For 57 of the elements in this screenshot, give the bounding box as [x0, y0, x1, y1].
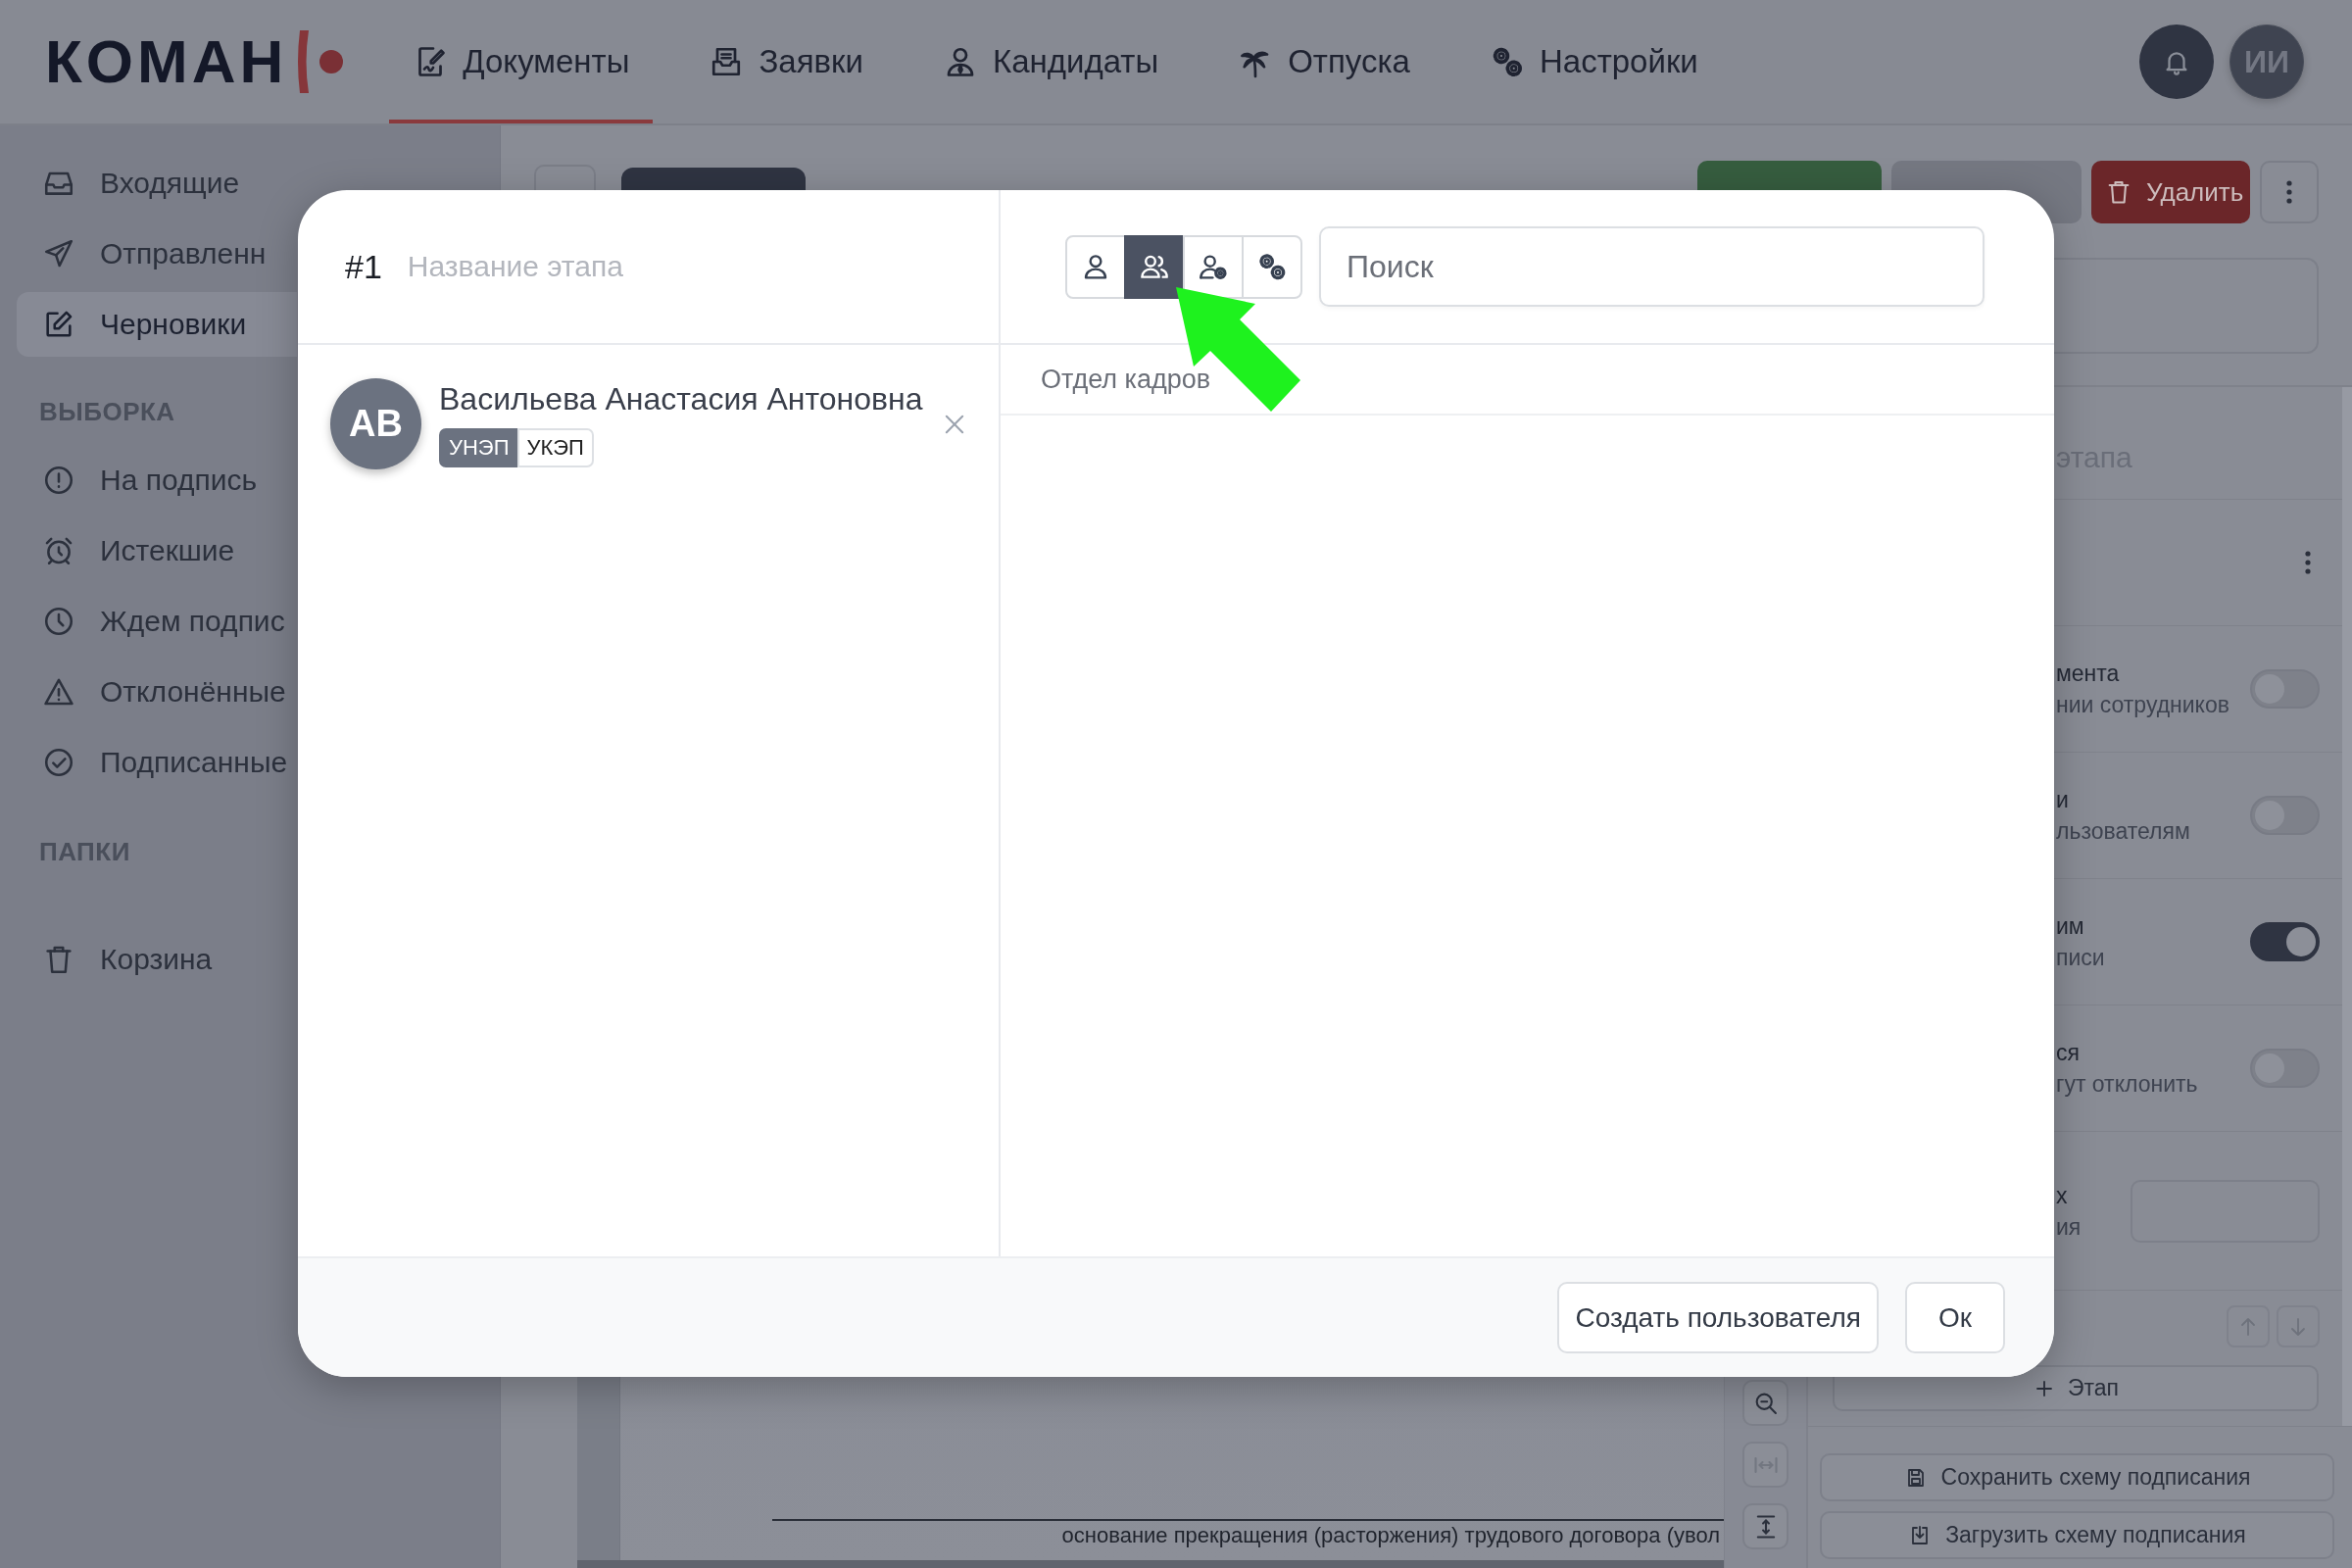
fit-width-button[interactable]: [1742, 1442, 1788, 1488]
more-button[interactable]: [2260, 161, 2319, 223]
nav-tab[interactable]: Отпуска: [1214, 0, 1434, 123]
move-up-button[interactable]: [2227, 1305, 2270, 1348]
mode-tab[interactable]: [1124, 234, 1185, 299]
sidebar-item[interactable]: Отправленн: [17, 221, 297, 286]
load-scheme-button[interactable]: Загрузить схему подписания: [1820, 1511, 2334, 1559]
sidebar-item[interactable]: Истекшие: [17, 518, 297, 583]
sidebar-item[interactable]: Подписанные: [17, 730, 297, 795]
logo-mark-icon: [297, 30, 344, 93]
zoom-out-button[interactable]: [1742, 1380, 1788, 1426]
gears-icon: [1256, 251, 1288, 282]
signature-type-tab[interactable]: УКЭП: [516, 427, 594, 467]
stage-name-field[interactable]: Название этапа: [407, 250, 702, 283]
setting-description: льзователям: [2056, 817, 2190, 846]
group-list-item[interactable]: Отдел кадров: [1041, 364, 1211, 395]
setting-description: ия: [2056, 1212, 2082, 1242]
sidebar-item[interactable]: На подпись: [17, 448, 297, 513]
vertical-scrollbar[interactable]: [2342, 387, 2352, 1426]
nav-tab[interactable]: Настройки: [1465, 0, 1722, 123]
setting-title: им: [2056, 912, 2084, 941]
move-down-button[interactable]: [2277, 1305, 2320, 1348]
stage-menu-button[interactable]: [2305, 551, 2311, 574]
exclamation-circle-icon: [42, 464, 75, 497]
setting-title: ся: [2056, 1039, 2080, 1067]
signature-type-tab[interactable]: УНЭП: [439, 427, 519, 467]
logo-text: КОМАН: [45, 31, 288, 92]
sidebar-item[interactable]: Ждем подпис: [17, 589, 297, 654]
setting-description: гут отклонить: [2056, 1070, 2198, 1099]
kebab-icon: [2305, 551, 2311, 574]
check-circle-icon: [42, 746, 75, 779]
nav-tab[interactable]: Заявки: [685, 0, 887, 123]
setting-title: мента: [2056, 660, 2120, 688]
horizontal-scrollbar[interactable]: [577, 1560, 1724, 1568]
avatar: АВ: [330, 378, 421, 469]
sidebar-item[interactable]: Отклонённые: [17, 660, 297, 724]
ok-button[interactable]: Ок: [1904, 1282, 2005, 1353]
clock-icon: [42, 605, 75, 638]
sidebar-item[interactable]: Входящие: [17, 151, 297, 216]
kebab-icon: [2286, 180, 2292, 204]
fit-height-button[interactable]: [1742, 1503, 1788, 1549]
toggle-switch[interactable]: [2250, 922, 2320, 961]
document-text: основание прекращения (расторжения) трудового договора (увол: [1061, 1523, 1720, 1548]
setting-title: и: [2056, 786, 2069, 814]
signer-name: Васильева Анастасия Антоновна: [439, 380, 923, 416]
setting-description: писи: [2056, 944, 2105, 972]
add-stage-button[interactable]: Этап: [1833, 1365, 2319, 1411]
stage-number: #1: [345, 247, 382, 286]
nav-tab[interactable]: Кандидаты: [918, 0, 1183, 123]
save-scheme-button[interactable]: Сохранить схему подписания: [1820, 1453, 2334, 1501]
delete-button[interactable]: Удалить: [2091, 161, 2250, 223]
sidebar-item[interactable]: Корзина: [17, 927, 297, 992]
create-user-button[interactable]: Создать пользователя: [1557, 1282, 1879, 1353]
setting-description: нии сотрудников: [2056, 691, 2230, 719]
setting-title: х: [2056, 1181, 2068, 1210]
sidebar-item[interactable]: Черновики: [17, 292, 297, 357]
search-field[interactable]: Поиск: [1319, 226, 1984, 307]
